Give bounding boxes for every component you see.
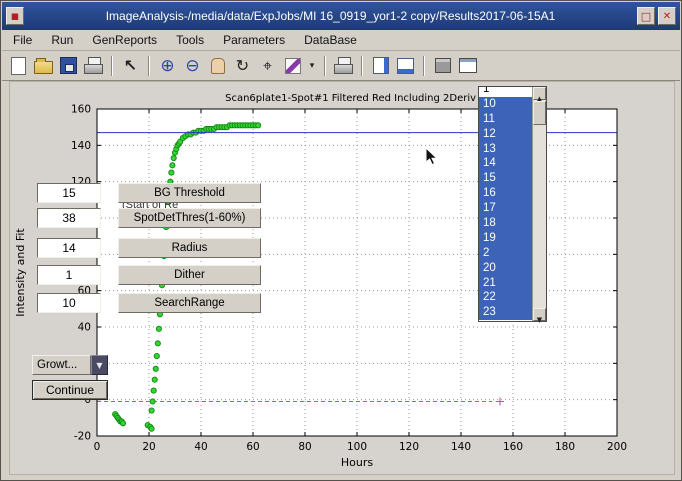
svg-text:40: 40: [78, 322, 91, 334]
list-item-20[interactable]: 20: [479, 261, 532, 276]
list-item-2[interactable]: 2: [479, 246, 532, 261]
svg-text:160: 160: [503, 441, 523, 453]
list-item-23[interactable]: 23: [479, 305, 532, 320]
toolbar-separator: [423, 56, 425, 76]
list-item-12[interactable]: 12: [479, 127, 532, 142]
dropdown-arrow-icon[interactable]: [91, 355, 108, 375]
window-menu-button[interactable]: [6, 7, 24, 25]
svg-text:60: 60: [246, 441, 259, 453]
open-folder-icon[interactable]: [32, 54, 55, 77]
list-item-14[interactable]: 14: [479, 156, 532, 171]
search-range-label-button[interactable]: SearchRange: [118, 293, 261, 313]
toolbar-separator: [148, 56, 150, 76]
legend-icon[interactable]: [394, 54, 417, 77]
toolbar-separator: [324, 56, 326, 76]
list-item-1[interactable]: 1: [479, 87, 532, 97]
growth-dropdown-value: Growt...: [32, 355, 91, 375]
number-listbox: 110111213141516171819220212223: [478, 86, 547, 322]
pointer-icon[interactable]: ↖: [119, 54, 142, 77]
listbox-scrollbar[interactable]: [532, 87, 546, 321]
list-item-21[interactable]: 21: [479, 276, 532, 291]
toolbar-separator: [111, 56, 113, 76]
dock-icon[interactable]: [431, 54, 454, 77]
svg-text:200: 200: [607, 441, 627, 453]
print-figure-icon[interactable]: [332, 54, 355, 77]
scroll-down-icon[interactable]: [533, 308, 546, 321]
save-icon[interactable]: [57, 54, 80, 77]
svg-text:140: 140: [71, 140, 91, 152]
rotate-icon[interactable]: ↻: [231, 54, 254, 77]
menu-genreports[interactable]: GenReports: [92, 33, 157, 47]
list-item-15[interactable]: 15: [479, 171, 532, 186]
svg-text:0: 0: [94, 441, 101, 453]
menu-database[interactable]: DataBase: [304, 33, 357, 47]
x-axis-label: Hours: [341, 456, 373, 469]
chart-title: Scan6plate1-Spot#1 Filtered Red Includin…: [225, 93, 489, 104]
zoom-out-icon[interactable]: ⊖: [181, 54, 204, 77]
titlebar: ImageAnalysis-/media/data/ExpJobs/MI 16_…: [2, 2, 680, 30]
list-item-16[interactable]: 16: [479, 186, 532, 201]
list-item-19[interactable]: 19: [479, 231, 532, 246]
list-item-17[interactable]: 17: [479, 201, 532, 216]
listbox-items: 110111213141516171819220212223: [479, 87, 532, 321]
new-document-icon[interactable]: [7, 54, 30, 77]
bg-threshold-label-button[interactable]: BG Threshold: [118, 183, 261, 203]
menu-file[interactable]: File: [13, 33, 32, 47]
svg-text:20: 20: [142, 441, 155, 453]
pan-icon[interactable]: [206, 54, 229, 77]
scroll-up-icon[interactable]: [533, 87, 546, 100]
close-button[interactable]: [658, 7, 676, 25]
plot-svg: 020406080100120140160180200-200204060801…: [10, 82, 676, 476]
colorbar-icon[interactable]: [369, 54, 392, 77]
list-item-13[interactable]: 13: [479, 142, 532, 157]
scrollbar-thumb[interactable]: [533, 101, 546, 125]
svg-text:120: 120: [399, 441, 419, 453]
list-item-10[interactable]: 10: [479, 97, 532, 112]
figure-area: 020406080100120140160180200-200204060801…: [9, 81, 675, 475]
svg-text:180: 180: [555, 441, 575, 453]
svg-text:40: 40: [194, 441, 207, 453]
growth-dropdown[interactable]: Growt...: [32, 355, 108, 375]
brush-caret-icon[interactable]: ▾: [306, 54, 318, 77]
brush-icon[interactable]: [281, 54, 304, 77]
svg-text:160: 160: [71, 104, 91, 116]
print-icon[interactable]: [82, 54, 105, 77]
menu-run[interactable]: Run: [51, 33, 73, 47]
spot-det-thres-input[interactable]: [37, 208, 101, 228]
window-icon[interactable]: [456, 54, 479, 77]
svg-text:-20: -20: [74, 431, 91, 443]
bg-threshold-input[interactable]: [37, 183, 101, 203]
svg-text:100: 100: [347, 441, 367, 453]
menubar: File Run GenReports Tools Parameters DataBase: [2, 30, 680, 51]
dither-label-button[interactable]: Dither: [118, 265, 261, 285]
radius-input[interactable]: [37, 238, 101, 258]
continue-button[interactable]: Continue: [32, 380, 108, 400]
menu-parameters[interactable]: Parameters: [223, 33, 285, 47]
data-cursor-icon[interactable]: ⌖: [256, 54, 279, 77]
window-title: ImageAnalysis-/media/data/ExpJobs/MI 16_…: [27, 9, 634, 23]
search-range-input[interactable]: [37, 293, 101, 313]
dither-input[interactable]: [37, 265, 101, 285]
toolbar-separator: [361, 56, 363, 76]
list-item-18[interactable]: 18: [479, 216, 532, 231]
radius-label-button[interactable]: Radius: [118, 238, 261, 258]
zoom-in-icon[interactable]: ⊕: [156, 54, 179, 77]
y-axis-label: Intensity and Fit: [14, 228, 27, 317]
svg-text:140: 140: [451, 441, 471, 453]
app-window: ImageAnalysis-/media/data/ExpJobs/MI 16_…: [0, 0, 682, 481]
mouse-cursor-icon: [425, 147, 439, 166]
menu-tools[interactable]: Tools: [176, 33, 204, 47]
toolbar: ↖ ⊕⊖ ↻⌖ ▾: [2, 51, 680, 81]
svg-text:80: 80: [298, 441, 311, 453]
list-item-22[interactable]: 22: [479, 290, 532, 305]
list-item-11[interactable]: 11: [479, 112, 532, 127]
spot-det-thres-label-button[interactable]: SpotDetThres(1-60%): [118, 208, 261, 228]
maximize-button[interactable]: [637, 7, 655, 25]
